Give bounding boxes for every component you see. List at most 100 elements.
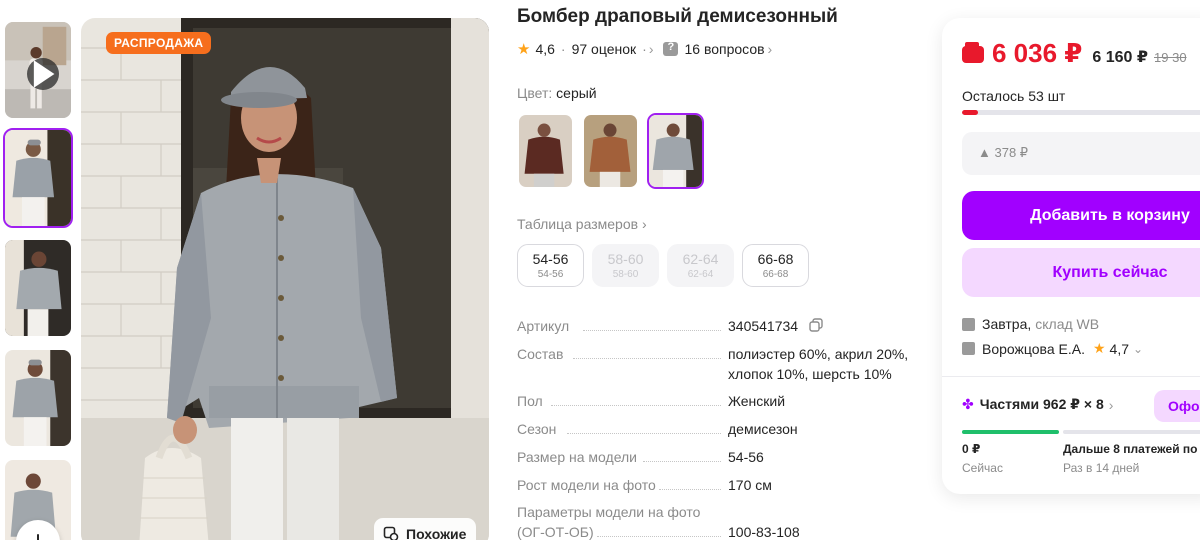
size-sublabel: 62-64	[687, 269, 714, 280]
spec-key: Рост модели на фото	[517, 477, 656, 493]
thumbnail-photo-1[interactable]	[3, 128, 73, 228]
bonus-box: ▲ 378 ₽	[962, 132, 1200, 175]
spec-dots	[573, 358, 721, 359]
color-swatch-grey[interactable]	[647, 113, 704, 189]
chevron-right-icon: ›	[648, 41, 654, 57]
spec-value-article[interactable]: 340541734	[728, 316, 798, 336]
add-to-cart-button[interactable]: Добавить в корзину	[962, 191, 1200, 240]
spec-key: Состав	[517, 346, 564, 362]
thumbnail-video[interactable]	[3, 20, 73, 120]
divider	[942, 376, 1200, 377]
spec-value: Женский	[728, 393, 786, 409]
spec-value: 54-56	[728, 449, 764, 465]
spec-value: 170 см	[728, 477, 772, 493]
spec-key-line2: (ОГ-ОТ-ОБ)	[517, 524, 594, 540]
chevron-right-icon: ›	[767, 41, 773, 57]
rating-value: 4,6	[535, 41, 555, 57]
separator-dot: ·	[560, 41, 566, 57]
size-table-label: Таблица размеров	[517, 216, 639, 232]
product-title: Бомбер драповый демисезонный	[517, 6, 838, 27]
pay-later-amount: Дальше 8 платежей по 9	[1063, 442, 1200, 456]
sale-badge: РАСПРОДАЖА	[106, 32, 212, 54]
star-icon: ★	[1092, 340, 1106, 356]
questions-link[interactable]: 16 вопросов	[684, 41, 764, 57]
separator-dot: ·	[642, 41, 647, 57]
thumbnail-photo-3[interactable]	[3, 348, 73, 448]
pay-now-amount: 0 ₽	[962, 442, 981, 456]
spec-dots	[597, 536, 721, 537]
delivery-row: Завтра, склад WB	[962, 316, 1099, 332]
seller-row[interactable]: Ворожцова Е.А. ★ 4,7 ⌄	[962, 340, 1143, 357]
color-swatches	[517, 113, 704, 189]
copy-icon[interactable]	[809, 318, 823, 335]
spec-value-line2: хлопок 10%, шерсть 10%	[728, 366, 892, 382]
buy-now-button[interactable]: Купить сейчас	[962, 248, 1200, 297]
installments-icon: ✤	[962, 396, 974, 412]
size-option-58-60: 58-60 58-60	[592, 244, 659, 287]
color-value: серый	[556, 85, 597, 101]
seller-rating: 4,7	[1109, 340, 1129, 357]
play-icon[interactable]	[27, 58, 59, 90]
chevron-right-icon: ›	[641, 216, 647, 232]
rating-row: ★ 4,6 · 97 оценок · › 16 вопросов ›	[517, 40, 772, 58]
installments-row[interactable]: ✤ Частями 962 ₽ × 8 ›	[962, 396, 1113, 413]
spec-dots	[659, 489, 721, 490]
size-option-54-56[interactable]: 54-56 54-56	[517, 244, 584, 287]
color-swatch-brown[interactable]	[517, 113, 574, 189]
thumbnail-strip	[0, 16, 76, 540]
payment-progress-now	[962, 430, 1059, 434]
price-row: 6 036 ₽ 6 160 ₽ 19 30	[962, 38, 1187, 69]
delivery-place: склад WB	[1035, 316, 1100, 332]
chevron-down-icon[interactable]: ⌄	[1133, 342, 1143, 356]
similar-icon	[383, 526, 399, 540]
similar-button[interactable]: Похожие	[374, 518, 477, 540]
color-swatch-camel[interactable]	[582, 113, 639, 189]
wallet-icon	[962, 42, 984, 63]
price-wallet: 6 036 ₽	[992, 38, 1083, 68]
size-option-66-68[interactable]: 66-68 66-68	[742, 244, 809, 287]
pay-now-label: Сейчас	[962, 461, 1003, 475]
spec-key: Пол	[517, 393, 543, 409]
spec-dots	[643, 461, 721, 462]
similar-label: Похожие	[406, 526, 467, 540]
seller-name[interactable]: Ворожцова Е.А.	[982, 341, 1085, 357]
spec-key: Сезон	[517, 421, 557, 437]
size-selector: 54-56 54-56 58-60 58-60 62-64 62-64 66-6…	[517, 244, 809, 287]
main-product-photo[interactable]: РАСПРОДАЖА Похожие	[81, 18, 489, 540]
size-sublabel: 66-68	[762, 269, 789, 280]
spec-key: Параметры модели на фото	[517, 504, 701, 520]
spec-value: демисезон	[728, 421, 798, 437]
installments-apply-button[interactable]: Офо	[1154, 390, 1200, 422]
shop-icon	[962, 342, 975, 355]
size-option-62-64: 62-64 62-64	[667, 244, 734, 287]
color-row: Цвет: серый	[517, 85, 597, 101]
spec-dots	[583, 330, 721, 331]
chevron-right-icon: ›	[1108, 396, 1114, 413]
size-table-link[interactable]: Таблица размеров ›	[517, 216, 647, 232]
payment-progress-later	[1063, 430, 1200, 434]
stock-bar	[962, 110, 1200, 115]
pay-later: Дальше 8 платежей по 9 Раз в 14 дней	[1063, 442, 1200, 475]
delivery-date: Завтра,	[982, 316, 1032, 332]
arrow-down-icon	[37, 534, 39, 540]
spec-value: 100-83-108	[728, 524, 800, 540]
price-regular: 6 160 ₽	[1092, 49, 1149, 66]
spec-dots	[551, 405, 721, 406]
questions-icon	[663, 41, 679, 56]
stock-text: Осталось 53 шт	[962, 88, 1066, 104]
size-label: 66-68	[757, 251, 794, 267]
size-label: 54-56	[532, 251, 569, 267]
reviews-link[interactable]: 97 оценок	[572, 41, 637, 57]
size-label: 62-64	[682, 251, 719, 267]
thumbnail-photo-2[interactable]	[3, 238, 73, 338]
price-old: 19 30	[1154, 50, 1187, 65]
star-icon: ★	[517, 41, 531, 58]
color-label: Цвет:	[517, 85, 553, 101]
buy-panel: 6 036 ₽ 6 160 ₽ 19 30 Осталось 53 шт ▲ 3…	[942, 18, 1200, 494]
pay-now: 0 ₽ Сейчас	[962, 442, 1003, 475]
installments-label: Частями 962 ₽ × 8	[979, 396, 1104, 412]
pay-later-label: Раз в 14 дней	[1063, 461, 1140, 475]
spec-key: Артикул	[517, 318, 570, 334]
spec-dots	[567, 433, 721, 434]
size-sublabel: 58-60	[612, 269, 639, 280]
